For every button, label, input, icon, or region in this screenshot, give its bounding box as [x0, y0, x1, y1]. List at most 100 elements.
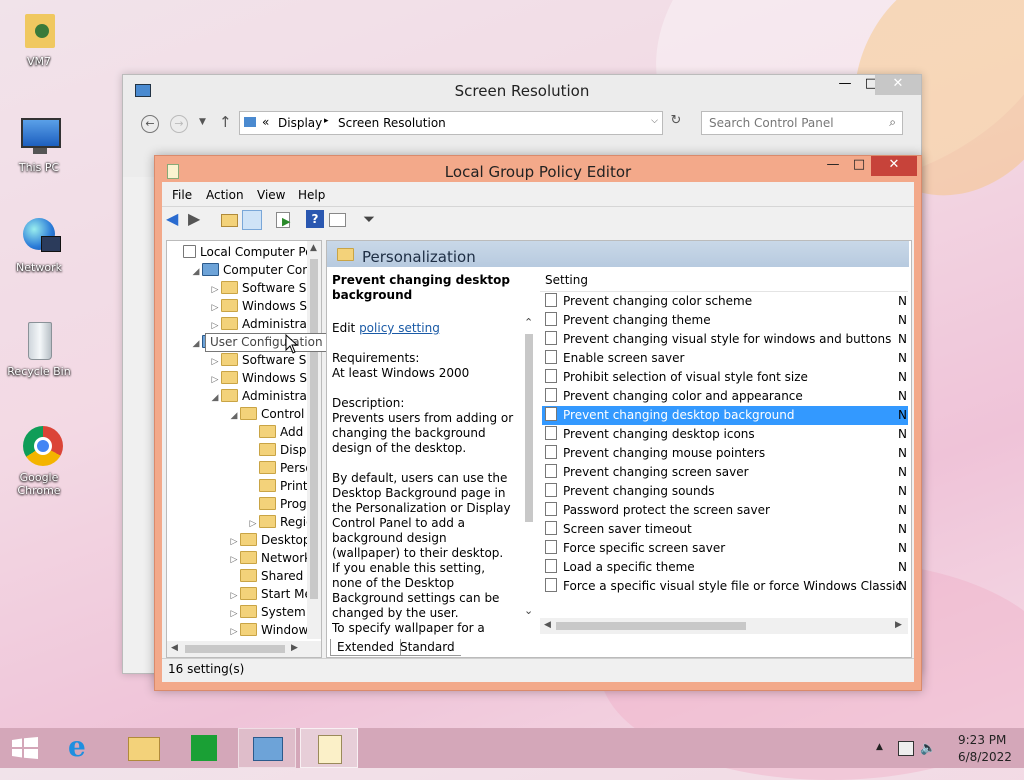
settings-row[interactable]: Force specific screen saver N: [542, 539, 908, 558]
tree-item[interactable]: Shared Fol: [228, 567, 307, 585]
export-list-icon[interactable]: ▶: [274, 210, 292, 228]
tree-item[interactable]: Progra: [247, 495, 307, 513]
search-input[interactable]: Search Control Panel: [709, 116, 834, 130]
tree-item[interactable]: ▷Windows Sett: [209, 297, 307, 315]
expanded-arrow-icon[interactable]: ◢: [190, 263, 202, 281]
tree-item[interactable]: ◢ Control Pa: [228, 405, 307, 423]
tree-item[interactable]: ▷ Desktop: [228, 531, 307, 549]
breadcrumb-screen-resolution[interactable]: Screen Resolution: [338, 116, 446, 130]
taskbar-group-policy-editor[interactable]: [300, 728, 358, 768]
tree-item[interactable]: ▷ Windows C: [228, 621, 307, 637]
tree-vertical-scrollbar[interactable]: ▲: [307, 241, 321, 639]
clock-time[interactable]: 9:23 PM: [958, 733, 1006, 747]
settings-row[interactable]: Prevent changing desktop background N: [542, 406, 908, 425]
scroll-right-icon[interactable]: ▶: [291, 643, 298, 653]
settings-row[interactable]: Password protect the screen saver N: [542, 501, 908, 520]
tree-item[interactable]: Display: [247, 441, 307, 459]
settings-row[interactable]: Prevent changing theme N: [542, 311, 908, 330]
scroll-left-icon[interactable]: ◀: [171, 643, 178, 653]
back-arrow-icon[interactable]: ◀: [166, 210, 184, 228]
scroll-up-icon[interactable]: ▲: [310, 243, 317, 253]
tree-item[interactable]: ▷ System: [228, 603, 306, 621]
tree-horizontal-scrollbar[interactable]: ◀ ▶: [167, 641, 321, 657]
menu-help[interactable]: Help: [298, 188, 325, 202]
collapsed-arrow-icon[interactable]: ▷: [228, 623, 240, 637]
tree-item[interactable]: Local Computer Polic: [171, 243, 307, 261]
search-box[interactable]: Search Control Panel ⌕: [701, 111, 903, 135]
edit-policy-link[interactable]: policy setting: [359, 321, 440, 335]
minimize-button[interactable]: —: [819, 156, 847, 176]
settings-row[interactable]: Prohibit selection of visual style font …: [542, 368, 908, 387]
tree-item[interactable]: ▷Administrative: [209, 315, 307, 333]
properties-icon[interactable]: [328, 210, 346, 228]
tab-extended[interactable]: Extended: [330, 639, 401, 656]
tree-item[interactable]: ▷Software Setti: [209, 279, 307, 297]
recent-locations-dropdown[interactable]: ▼: [199, 117, 206, 127]
menu-file[interactable]: File: [172, 188, 192, 202]
expanded-arrow-icon[interactable]: ◢: [209, 389, 221, 407]
refresh-button[interactable]: ↻: [667, 113, 685, 133]
desktop-icon-vm7[interactable]: VM7: [6, 8, 72, 68]
tree-item[interactable]: Printer: [247, 477, 307, 495]
minimize-button[interactable]: —: [831, 75, 859, 95]
settings-row[interactable]: Prevent changing mouse pointers N: [542, 444, 908, 463]
desktop-icon-recycle-bin[interactable]: Recycle Bin: [6, 318, 72, 378]
tree-item[interactable]: Person: [247, 459, 307, 477]
settings-row[interactable]: Prevent changing visual style for window…: [542, 330, 908, 349]
volume-muted-icon[interactable]: 🔈: [920, 741, 936, 756]
scroll-right-icon[interactable]: ▶: [895, 620, 902, 630]
taskbar-file-explorer[interactable]: [116, 728, 168, 768]
desktop-icon-network[interactable]: Network: [6, 214, 72, 274]
breadcrumb-display[interactable]: Display: [278, 116, 322, 130]
settings-row[interactable]: Enable screen saver N: [542, 349, 908, 368]
taskbar-store[interactable]: [178, 728, 230, 768]
close-button[interactable]: ✕: [875, 75, 921, 95]
settings-row[interactable]: Prevent changing screen saver N: [542, 463, 908, 482]
settings-row[interactable]: Screen saver timeout N: [542, 520, 908, 539]
taskbar-control-panel[interactable]: [238, 728, 296, 768]
tree-item[interactable]: ◢ Computer Config: [190, 261, 307, 279]
scroll-down-icon[interactable]: ⌄: [524, 604, 533, 617]
show-hide-tree-icon[interactable]: [242, 210, 262, 230]
close-button[interactable]: ✕: [871, 156, 917, 176]
filter-icon[interactable]: ⏷: [360, 210, 378, 228]
forward-button[interactable]: →: [170, 115, 188, 133]
show-hidden-icons-button[interactable]: ▲: [876, 742, 883, 752]
network-tray-icon[interactable]: [898, 741, 914, 756]
help-icon[interactable]: ?: [306, 210, 324, 228]
settings-column-header[interactable]: Setting: [545, 273, 588, 287]
settings-row[interactable]: Prevent changing desktop icons N: [542, 425, 908, 444]
address-bar[interactable]: « Display ▸ Screen Resolution ⌵: [239, 111, 663, 135]
menu-action[interactable]: Action: [206, 188, 244, 202]
settings-row[interactable]: Prevent changing color scheme N: [542, 292, 908, 311]
desktop-icon-chrome[interactable]: Google Chrome: [6, 424, 72, 497]
settings-horizontal-scrollbar[interactable]: ◀ ▶: [540, 618, 908, 634]
desktop-icon-this-pc[interactable]: This PC: [6, 114, 72, 174]
taskbar-internet-explorer[interactable]: e: [56, 728, 108, 768]
scroll-left-icon[interactable]: ◀: [544, 620, 551, 630]
tree-item[interactable]: Add or: [247, 423, 307, 441]
tree-item[interactable]: ◢ Administrative: [209, 387, 307, 405]
settings-row[interactable]: Prevent changing color and appearance N: [542, 387, 908, 406]
scroll-up-icon[interactable]: ⌃: [524, 316, 533, 329]
settings-row[interactable]: Prevent changing sounds N: [542, 482, 908, 501]
tree-pane[interactable]: Local Computer Polic◢Computer Config▷Sof…: [166, 240, 322, 658]
clock-date[interactable]: 6/8/2022: [958, 750, 1012, 764]
expanded-arrow-icon[interactable]: ◢: [228, 407, 240, 425]
expanded-arrow-icon[interactable]: ◢: [190, 335, 202, 353]
back-button[interactable]: ←: [141, 115, 159, 133]
tree-item[interactable]: ▷Region: [247, 513, 307, 531]
tree-item[interactable]: ▷Start Menu: [228, 585, 307, 603]
address-dropdown[interactable]: ⌵: [651, 116, 658, 126]
maximize-button[interactable]: □: [845, 156, 873, 176]
tree-item[interactable]: ▷Windows Sett: [209, 369, 307, 387]
forward-arrow-icon[interactable]: ▶: [188, 210, 206, 228]
settings-row[interactable]: Force a specific visual style file or fo…: [542, 577, 908, 596]
start-button[interactable]: [0, 728, 52, 768]
up-folder-icon[interactable]: [220, 210, 238, 228]
tree-item[interactable]: ▷ Network: [228, 549, 307, 567]
up-button[interactable]: ↑: [219, 113, 232, 131]
menu-view[interactable]: View: [257, 188, 285, 202]
settings-row[interactable]: Load a specific theme N: [542, 558, 908, 577]
description-scrollbar[interactable]: ⌃ ⌄: [522, 316, 536, 622]
